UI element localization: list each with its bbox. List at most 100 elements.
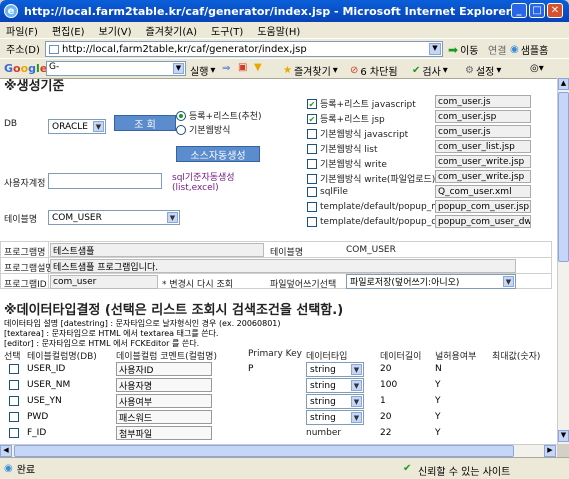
row-checkbox[interactable] [9,412,19,422]
checkbox[interactable]: ✔ [307,113,317,124]
window-title: http://local.farm2table.kr/caf/generator… [24,4,512,18]
globe-icon: ◉ [510,44,519,55]
radio-basic-option[interactable]: 기본웹방식 [176,123,230,136]
nullable: Y [435,428,441,438]
user-account-input[interactable] [48,173,162,189]
gear-icon: ⚙ [465,65,474,76]
output-filename[interactable]: com_user.jsp [435,110,531,123]
address-input[interactable]: http://local,farm2table,kr/caf/generator… [45,41,443,57]
column-name: USE_YN [27,396,62,406]
dropdown-arrow-icon: ▼ [93,121,104,132]
go-button[interactable]: ➡ 이동 [448,42,478,58]
row-checkbox[interactable] [9,364,19,374]
menu-bar: 파일(F) 편집(E) 보기(V) 즐겨찾기(A) 도구(T) 도움말(H) [0,22,569,38]
db-select[interactable]: ORACLE ▼ [48,119,106,134]
primary-key: P [248,364,254,374]
sql-autogen-link[interactable]: sql기준자동생성 (list,excel) [172,173,235,193]
column-comment-input[interactable]: 사용여부 [116,394,212,408]
autogen-button[interactable]: 소스자동생성 [176,146,260,162]
datatype-select[interactable]: string ▼ [306,362,364,377]
minimize-button[interactable]: _ [511,3,527,18]
datatype-select[interactable]: string ▼ [306,378,364,393]
table-select[interactable]: COM_USER ▼ [48,210,180,225]
row-checkbox[interactable] [9,396,19,406]
option-row[interactable]: 기본웹방식 list [307,142,377,155]
horizontal-scrollbar[interactable]: ◀ ▶ [0,444,557,457]
output-filename[interactable]: popup_com_user.jsp [435,200,531,213]
option-row[interactable]: 기본웹방식 javascript [307,127,408,140]
checkbox[interactable] [307,217,317,227]
row-checkbox[interactable] [9,428,19,438]
favorites-button[interactable]: ★ 즐겨찾기 ▾ [283,63,338,78]
scroll-up-icon[interactable]: ▲ [558,78,569,90]
menu-file[interactable]: 파일(F) [6,23,38,38]
dropdown-arrow-icon[interactable]: ▼ [429,43,441,55]
settings-button[interactable]: ⚙ 설정 ▾ [465,63,501,78]
extra-icon[interactable]: ◎▾ [530,63,544,74]
dropdown-arrow-icon[interactable]: ▼ [173,63,184,74]
checkbox[interactable] [307,187,317,197]
radio-button[interactable] [176,110,186,121]
output-filename[interactable]: com_user.js [435,125,531,138]
option-row[interactable]: ✔ 등록+리스트 javascript [307,97,416,110]
column-comment-input[interactable]: 사용자명 [116,378,212,392]
google-search-input[interactable]: G- ▼ [46,61,186,76]
checkbox[interactable] [307,143,317,154]
news-icon[interactable]: ▣ [238,62,247,73]
radio-button[interactable] [176,124,186,135]
page-icon [49,45,59,54]
option-row[interactable]: 기본웹방식 write [307,157,387,170]
vertical-scrollbar[interactable]: ▲ ▼ [557,78,569,444]
scroll-thumb[interactable] [14,445,514,457]
menu-favorites[interactable]: 즐겨찾기(A) [146,23,197,38]
links-label[interactable]: 연결 [488,42,506,57]
program-name-input[interactable]: 테스트샘플 [50,243,264,257]
scroll-down-icon[interactable]: ▼ [558,430,569,442]
menu-view[interactable]: 보기(V) [99,23,132,38]
query-button[interactable]: 조 회 [114,115,176,131]
close-button[interactable]: ✕ [547,3,563,18]
datatype-select[interactable]: string ▼ [306,394,364,409]
output-filename[interactable]: com_user_write.jsp [435,170,531,183]
output-filename[interactable]: popup_com_user_dw.js [435,215,531,228]
output-filename[interactable]: com_user_list.jsp [435,140,531,153]
sample-home-link[interactable]: ◉ 샘플홈 [510,42,548,57]
dropdown-arrow-icon: ▼ [351,412,362,423]
output-filename[interactable]: Q_com_user.xml [435,185,531,198]
column-comment-input[interactable]: 패스워드 [116,410,212,424]
run-button[interactable]: 실행 ▾ [190,63,215,78]
menu-tools[interactable]: 도구(T) [211,23,243,38]
overwrite-select[interactable]: 파일로저장(덮어쓰기:아니오) ▼ [346,274,516,289]
radio-list-option[interactable]: 등록+리스트(추천) [176,109,262,122]
output-filename[interactable]: com_user.js [435,95,531,108]
check-button[interactable]: ✔ 검사 ▾ [412,63,448,78]
option-row[interactable]: sqlFile [307,187,348,197]
checkbox[interactable] [307,173,317,184]
row-checkbox[interactable] [9,380,19,390]
nullable: Y [435,380,441,390]
pagerank-icon[interactable]: ⇒ [222,63,230,74]
google-toolbar: Google G- ▼ 실행 ▾ ⇒ ▣ ▼ ★ 즐겨찾기 ▾ ⊘ 6 차단됨 ✔ 검사… [0,58,569,78]
maximize-button[interactable]: □ [529,3,545,18]
popup-blocked-button[interactable]: ⊘ 6 차단됨 [350,63,398,78]
zone-text: 신뢰할 수 있는 사이트 [418,467,511,478]
datatype-select[interactable]: string ▼ [306,410,364,425]
scroll-right-icon[interactable]: ▶ [544,445,556,457]
checkbox[interactable] [307,202,317,212]
menu-help[interactable]: 도움말(H) [257,23,300,38]
scroll-left-icon[interactable]: ◀ [0,445,12,457]
program-id-input[interactable]: com_user [50,275,158,289]
output-filename[interactable]: com_user_write.jsp [435,155,531,168]
column-comment-input[interactable]: 첨부파일 [116,426,212,440]
data-length: 22 [380,428,392,438]
program-desc-input[interactable]: 테스트샘플 프로그램입니다. [50,259,516,273]
scroll-thumb[interactable] [558,92,569,262]
checkbox[interactable] [307,128,317,139]
option-row[interactable]: 기본웹방식 write(파일업로드) [307,172,435,185]
checkbox[interactable] [307,158,317,169]
column-comment-input[interactable]: 사용자ID [116,362,212,376]
option-row[interactable]: ✔ 등록+리스트 jsp [307,112,385,125]
menu-edit[interactable]: 편집(E) [52,23,85,38]
checkbox[interactable]: ✔ [307,98,317,109]
bookmark-icon[interactable]: ▼ [254,62,262,73]
